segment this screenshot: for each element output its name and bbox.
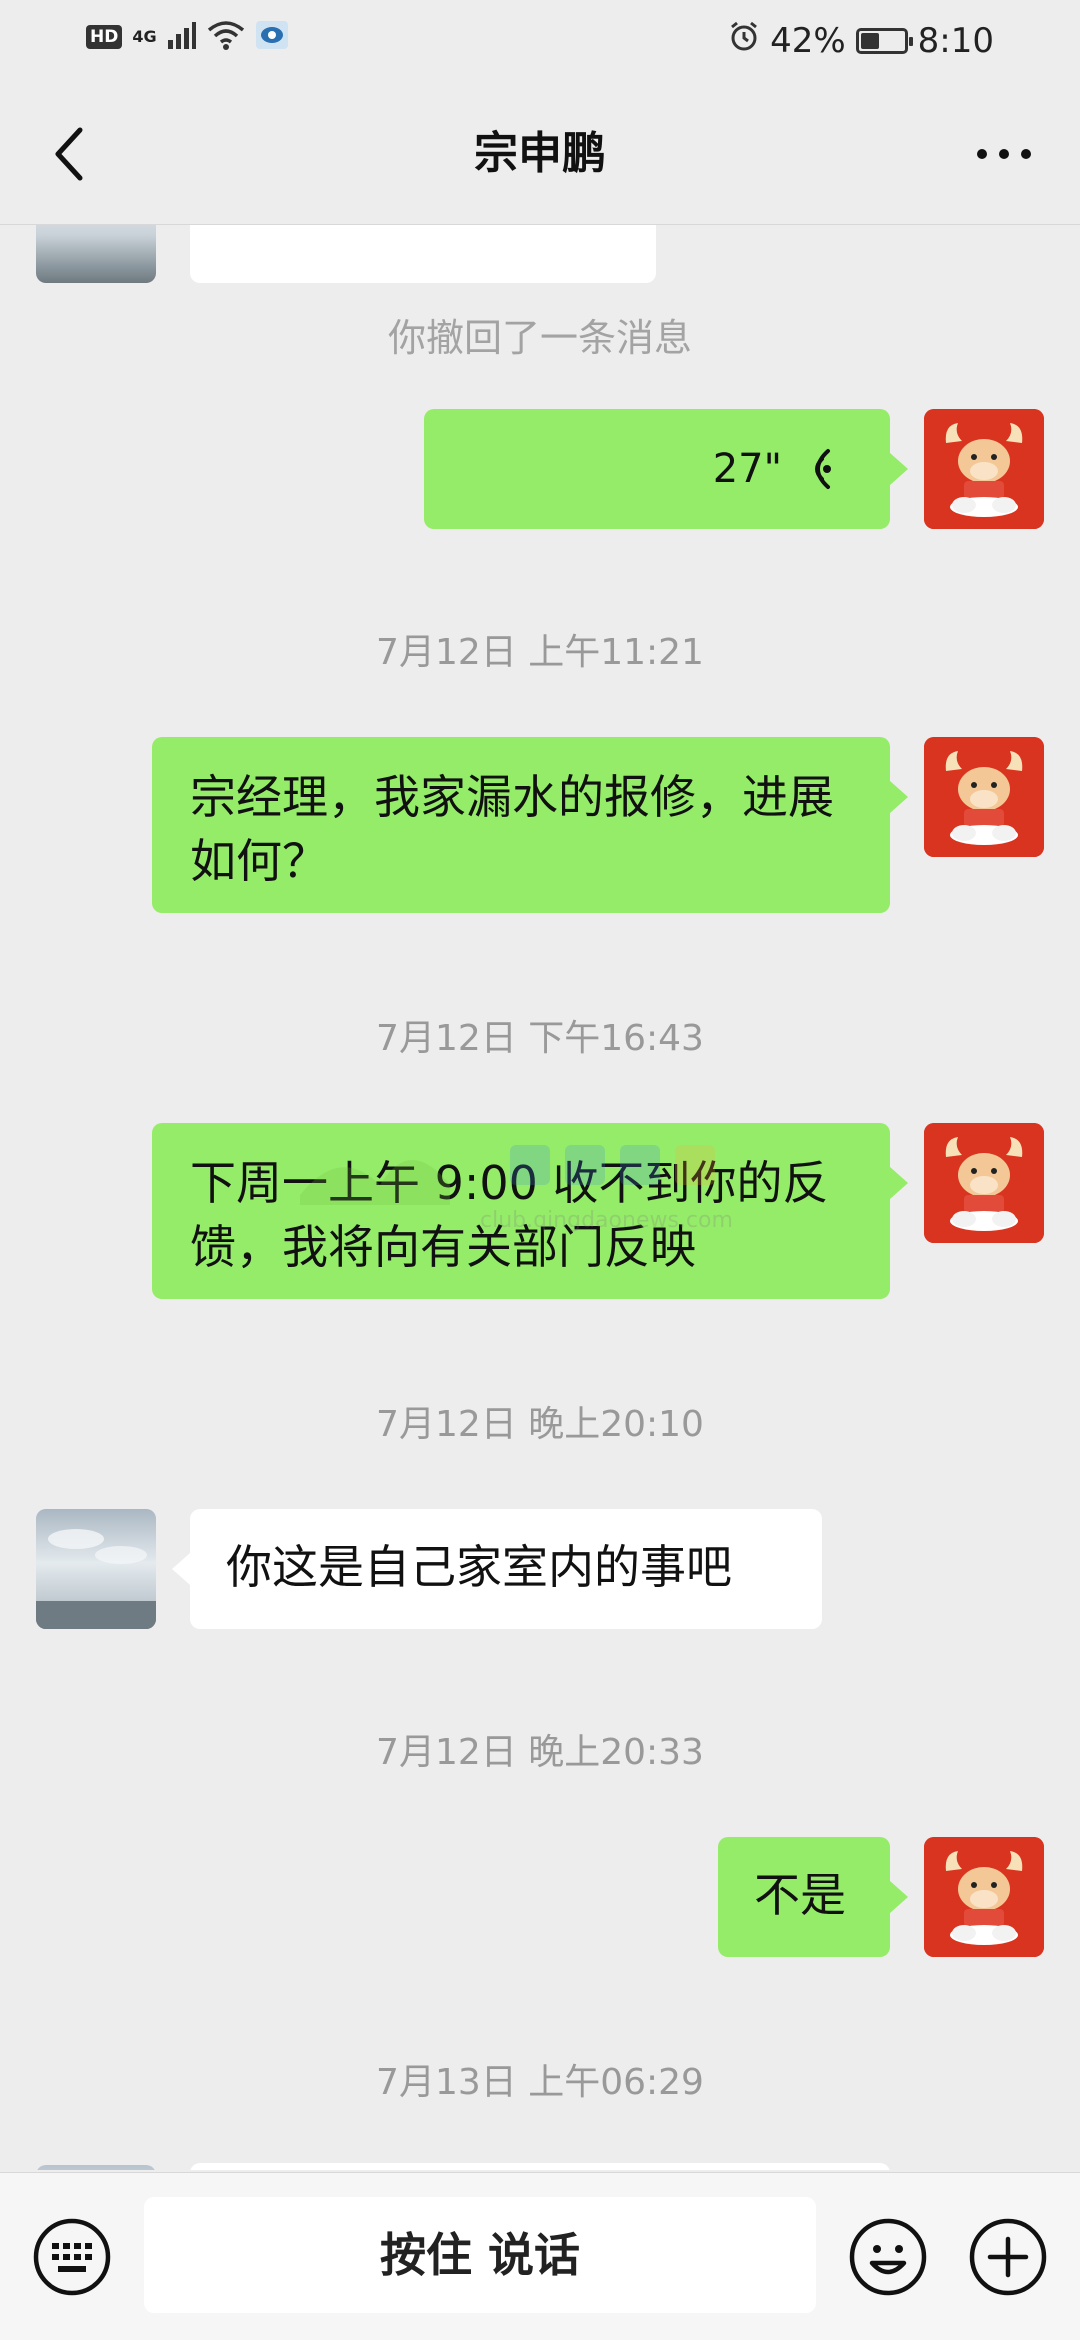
my-avatar[interactable] (924, 1837, 1044, 1957)
ox-avatar-icon (924, 737, 1044, 857)
plus-icon (969, 2218, 1047, 2296)
timestamp: 7月12日 晚上20:10 (376, 1404, 704, 1445)
contact-avatar[interactable] (36, 225, 156, 283)
ox-avatar-icon (924, 409, 1044, 529)
status-left: HD 4G (86, 20, 289, 54)
message-bubble-incoming-partial[interactable] (190, 2163, 890, 2170)
status-bar: HD 4G 42% 8:10 (0, 0, 1080, 84)
battery-level (860, 32, 879, 49)
battery-icon (855, 27, 913, 54)
emoji-icon (849, 2218, 927, 2296)
chat-title: 宗申鹏 (474, 128, 606, 179)
timestamp: 7月12日 晚上20:33 (376, 1732, 704, 1773)
network-type: 4G (132, 27, 157, 46)
app-notification-icon (255, 20, 289, 54)
ox-avatar-icon (924, 1123, 1044, 1243)
voice-wave-icon (815, 449, 831, 489)
my-avatar[interactable] (924, 737, 1044, 857)
timestamp: 7月12日 上午11:21 (376, 632, 704, 673)
message-bubble-incoming-partial[interactable] (190, 225, 656, 283)
message-bubble-incoming[interactable]: 你这是自己家室内的事吧 (172, 1509, 822, 1629)
input-bar: 按住 说话 (0, 2172, 1080, 2340)
more-dots-icon (977, 149, 1031, 159)
signal-icon (167, 20, 197, 54)
timestamp: 7月13日 上午06:29 (376, 2062, 704, 2103)
contact-avatar[interactable] (36, 1509, 156, 1629)
alarm-icon (728, 20, 760, 61)
message-bubble-outgoing[interactable]: 不是 (718, 1837, 908, 1957)
nav-bar: 宗申鹏 (0, 84, 1080, 225)
chat-area[interactable]: 你撤回了一条消息 27" 7月12日 上午11:21 宗经理，我家漏水的报修，进… (0, 225, 1080, 2170)
keyboard-toggle-button[interactable] (32, 2217, 112, 2297)
ox-avatar-icon (924, 1837, 1044, 1957)
plus-button[interactable] (968, 2217, 1048, 2297)
chat-screen: HD 4G 42% 8:10 宗申鹏 你撤回了一条消息 27" 7月12日 上午… (0, 0, 1080, 2340)
more-button[interactable] (964, 124, 1044, 184)
my-avatar[interactable] (924, 409, 1044, 529)
message-bubble-outgoing[interactable]: 下周一上午 9:00 收不到你的反馈，我将向有关部门反映 (152, 1123, 908, 1299)
hd-badge: HD (86, 25, 123, 49)
contact-avatar[interactable] (36, 2165, 156, 2170)
sky-avatar-icon (36, 1509, 156, 1629)
my-avatar[interactable] (924, 1123, 1044, 1243)
emoji-button[interactable] (848, 2217, 928, 2297)
recall-notice: 你撤回了一条消息 (387, 316, 692, 360)
voice-message-bubble[interactable]: 27" (424, 409, 908, 529)
status-right: 42% 8:10 (728, 20, 994, 61)
wifi-icon (207, 20, 245, 54)
keyboard-icon (33, 2218, 111, 2296)
voice-duration: 27" (712, 446, 782, 492)
status-time: 8:10 (917, 20, 994, 61)
message-bubble-outgoing[interactable]: 宗经理，我家漏水的报修，进展如何？ (152, 737, 908, 913)
battery-percent: 42% (770, 20, 846, 61)
hold-to-talk-button[interactable]: 按住 说话 (144, 2197, 816, 2313)
timestamp: 7月12日 下午16:43 (376, 1018, 704, 1059)
